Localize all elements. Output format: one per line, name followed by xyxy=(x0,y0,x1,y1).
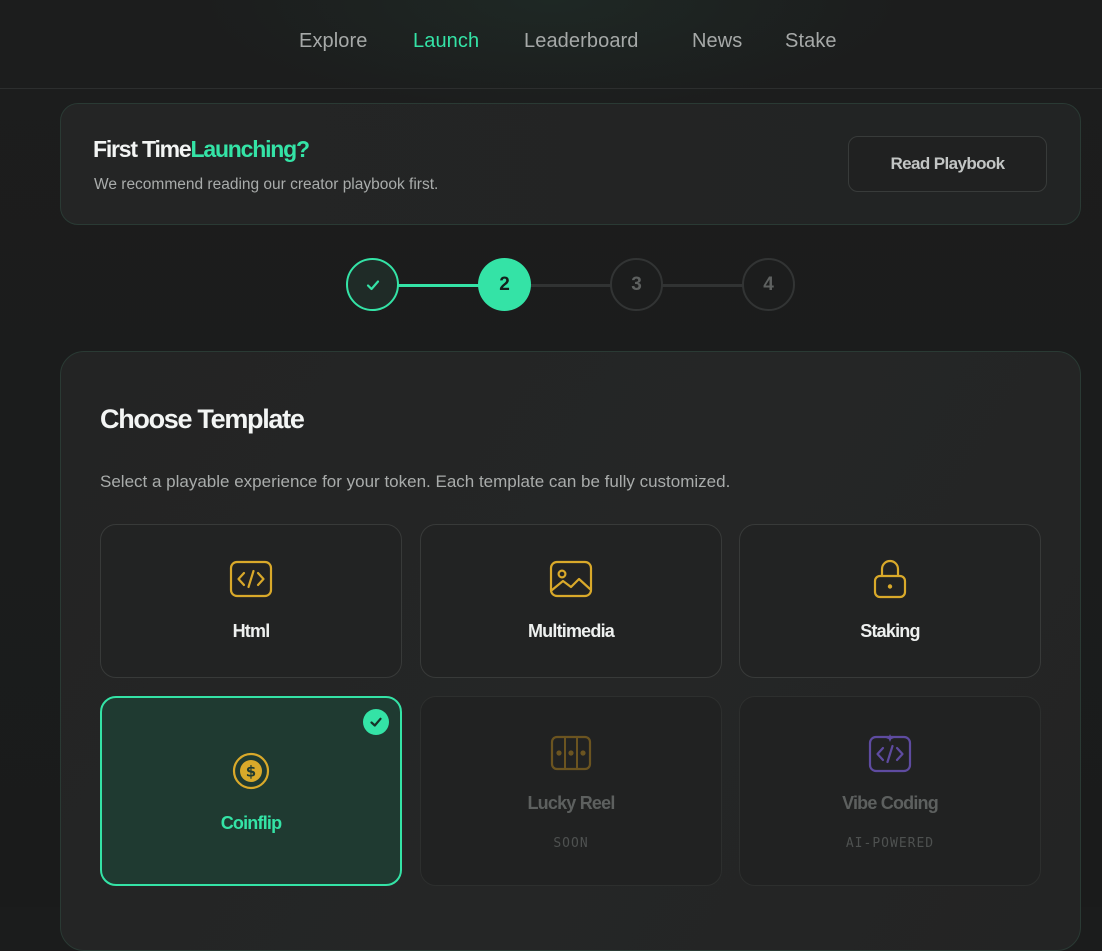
template-card-label: Vibe Coding xyxy=(842,793,939,813)
nav-news[interactable]: News xyxy=(692,30,742,53)
launch-stepper: 2 3 4 xyxy=(0,258,1102,312)
banner-subtitle: We recommend reading our creator playboo… xyxy=(94,176,439,193)
nav-stake[interactable]: Stake xyxy=(785,30,837,53)
check-icon xyxy=(370,717,382,727)
template-card-label: Html xyxy=(232,621,271,641)
nav-launch[interactable]: Launch xyxy=(413,30,479,53)
step-connector-2 xyxy=(528,284,612,287)
template-card-lucky-reel: Lucky Reel SOON xyxy=(420,696,722,886)
template-card-coinflip[interactable]: $ Coinflip xyxy=(100,696,402,886)
step-3[interactable]: 3 xyxy=(610,258,663,311)
vibe-code-icon xyxy=(868,734,912,773)
code-icon xyxy=(229,560,273,598)
top-nav: Explore Launch Leaderboard News Stake xyxy=(0,0,1102,89)
lock-icon xyxy=(873,559,907,599)
banner-title-accent: Launching? xyxy=(190,136,311,162)
step-2[interactable]: 2 xyxy=(478,258,531,311)
svg-text:$: $ xyxy=(246,763,256,781)
check-icon xyxy=(366,279,379,290)
selected-check-badge xyxy=(363,709,389,735)
ai-powered-badge: AI-POWERED xyxy=(845,836,935,851)
template-card-staking[interactable]: Staking xyxy=(739,524,1041,678)
step-connector-1 xyxy=(396,284,480,287)
soon-badge: SOON xyxy=(553,836,589,851)
template-card-html[interactable]: Html xyxy=(100,524,402,678)
banner-title: First TimeLaunching? xyxy=(93,136,311,163)
panel-subtitle: Select a playable experience for your to… xyxy=(100,472,731,491)
step-connector-3 xyxy=(660,284,744,287)
panel-title: Choose Template xyxy=(100,404,305,434)
template-card-label: Coinflip xyxy=(220,813,282,833)
template-card-label: Lucky Reel xyxy=(527,793,615,813)
nav-leaderboard[interactable]: Leaderboard xyxy=(524,30,639,53)
template-card-label: Multimedia xyxy=(527,621,615,641)
template-card-multimedia[interactable]: Multimedia xyxy=(420,524,722,678)
read-playbook-button[interactable]: Read Playbook xyxy=(848,136,1047,192)
banner-title-plain: First Time xyxy=(93,136,192,162)
coin-icon: $ xyxy=(232,752,270,790)
first-time-banner: First TimeLaunching? We recommend readin… xyxy=(60,103,1081,225)
choose-template-panel: Choose Template Select a playable experi… xyxy=(60,351,1081,951)
step-4[interactable]: 4 xyxy=(742,258,795,311)
template-card-vibe-coding: Vibe Coding AI-POWERED xyxy=(739,696,1041,886)
step-1[interactable] xyxy=(346,258,399,311)
nav-explore[interactable]: Explore xyxy=(299,30,368,53)
image-icon xyxy=(549,560,593,598)
slot-reel-icon xyxy=(550,735,592,771)
template-card-label: Staking xyxy=(860,621,920,641)
